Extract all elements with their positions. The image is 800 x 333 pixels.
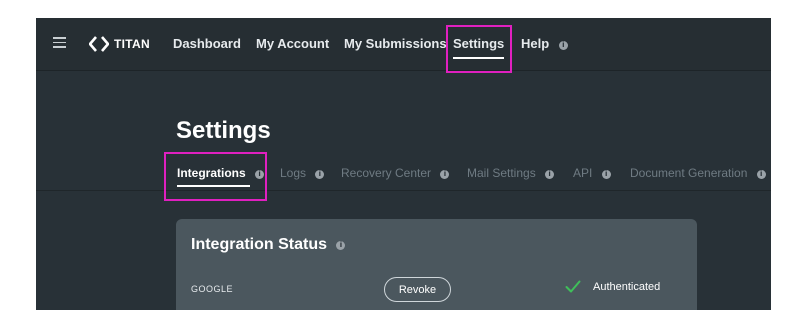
nav-label: Help <box>521 36 550 51</box>
auth-status-text: Authenticated <box>593 280 661 293</box>
tab-api[interactable]: API i <box>573 166 611 180</box>
nav-my-account[interactable]: My Account <box>256 36 329 51</box>
revoke-button[interactable]: Revoke <box>384 277 451 302</box>
tab-label: Mail Settings <box>467 166 536 180</box>
info-icon: i <box>336 241 346 250</box>
tab-label: Recovery Center <box>341 166 432 180</box>
checkmark-icon <box>565 280 581 293</box>
tab-label: Logs <box>280 166 307 180</box>
info-icon: i <box>545 170 555 179</box>
brand-logo[interactable]: TITAN <box>89 35 150 53</box>
card-title-text: Integration Status <box>191 236 328 253</box>
highlight-box-settings <box>446 25 512 73</box>
auth-status: Authenticated <box>565 280 660 293</box>
highlight-box-integrations <box>164 152 267 201</box>
info-icon: i <box>558 41 568 50</box>
provider-label: GOOGLE <box>191 284 234 294</box>
brand-name: TITAN <box>114 37 150 51</box>
nav-label: Dashboard <box>173 36 241 51</box>
nav-label: My Submissions <box>344 36 447 51</box>
nav-label: My Account <box>256 36 330 51</box>
titan-logo-icon <box>89 36 109 52</box>
tab-label: Document Generation <box>630 166 748 180</box>
info-icon: i <box>756 170 766 179</box>
hamburger-menu-icon[interactable] <box>53 37 66 48</box>
integration-status-card: Integration Status i GOOGLE Revoke Authe… <box>176 219 697 310</box>
app-window: TITAN Dashboard My Account My Submission… <box>36 18 771 310</box>
info-icon: i <box>601 170 611 179</box>
info-icon: i <box>315 170 325 179</box>
tab-document-generation[interactable]: Document Generation i <box>630 166 766 180</box>
tab-logs[interactable]: Logs i <box>280 166 325 180</box>
tab-mail-settings[interactable]: Mail Settings i <box>467 166 555 180</box>
nav-my-submissions[interactable]: My Submissions <box>344 36 447 51</box>
tab-recovery-center[interactable]: Recovery Center i <box>341 166 450 180</box>
info-icon: i <box>440 170 450 179</box>
page-title: Settings <box>176 117 271 144</box>
tabs-divider <box>36 190 771 191</box>
nav-dashboard[interactable]: Dashboard <box>173 36 241 51</box>
tab-label: API <box>573 166 593 180</box>
card-title: Integration Status i <box>191 236 346 254</box>
top-navigation-bar: TITAN Dashboard My Account My Submission… <box>36 18 771 71</box>
nav-help[interactable]: Help i <box>521 36 568 51</box>
